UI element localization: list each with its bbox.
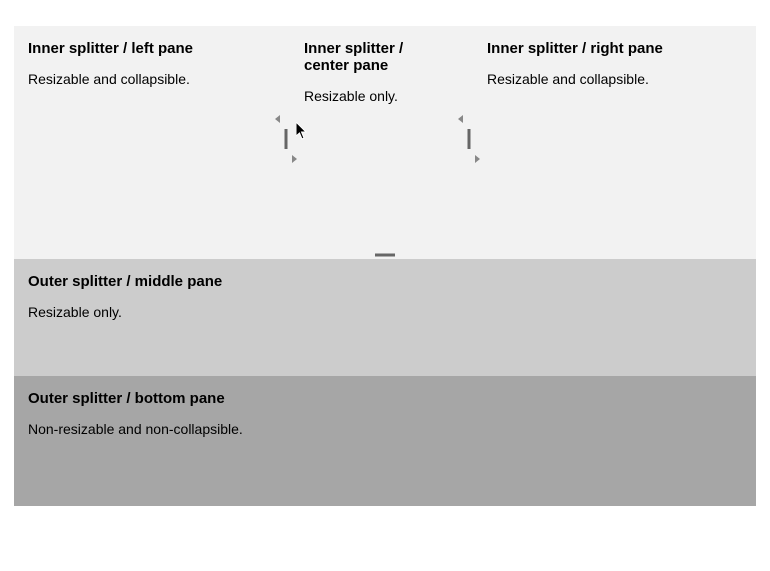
inner-right-pane: Inner splitter / right pane Resizable an… [473, 26, 741, 251]
inner-center-pane: Inner splitter / center pane Resizable o… [290, 26, 465, 251]
inner-left-title: Inner splitter / left pane [28, 40, 268, 57]
splitter-grip-icon [468, 129, 471, 149]
outer-middle-pane: Outer splitter / middle pane Resizable o… [14, 259, 756, 376]
collapse-left-icon [275, 115, 280, 123]
splitter-grip-icon [285, 129, 288, 149]
inner-center-desc: Resizable only. [304, 88, 451, 104]
inner-splitbar-left[interactable] [282, 26, 290, 251]
outer-splitter: Inner splitter / left pane Resizable and… [14, 26, 756, 506]
inner-right-title: Inner splitter / right pane [487, 40, 727, 57]
inner-splitbar-right[interactable] [465, 26, 473, 251]
outer-middle-title: Outer splitter / middle pane [28, 273, 742, 290]
collapse-left-icon [458, 115, 463, 123]
outer-bottom-pane: Outer splitter / bottom pane Non-resizab… [14, 376, 756, 506]
collapse-right-icon [475, 155, 480, 163]
inner-left-pane: Inner splitter / left pane Resizable and… [14, 26, 282, 251]
outer-top-pane: Inner splitter / left pane Resizable and… [14, 26, 756, 251]
outer-bottom-title: Outer splitter / bottom pane [28, 390, 742, 407]
inner-right-desc: Resizable and collapsible. [487, 71, 727, 87]
inner-left-desc: Resizable and collapsible. [28, 71, 268, 87]
collapse-right-icon [292, 155, 297, 163]
outer-bottom-desc: Non-resizable and non-collapsible. [28, 421, 742, 437]
outer-splitbar[interactable] [14, 251, 756, 259]
splitter-grip-icon [375, 254, 395, 257]
inner-center-title: Inner splitter / center pane [304, 40, 451, 74]
outer-middle-desc: Resizable only. [28, 304, 742, 320]
